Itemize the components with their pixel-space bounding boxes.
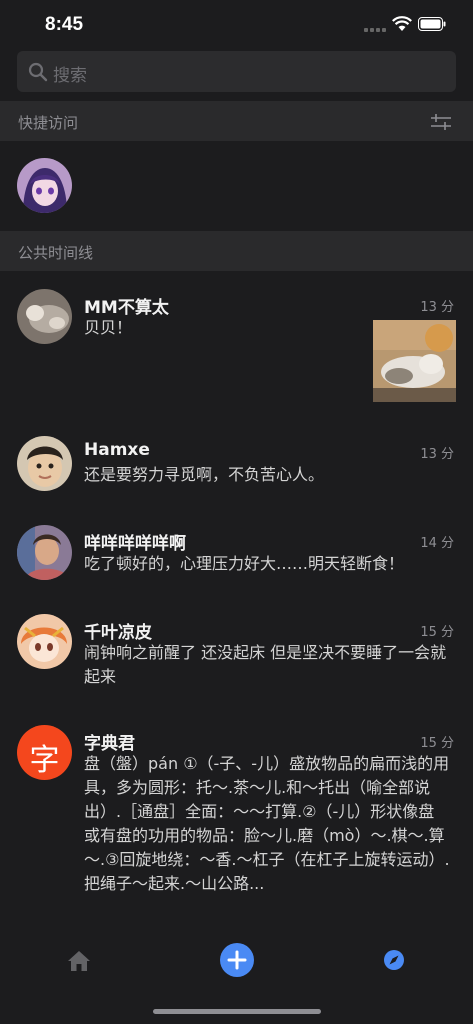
sliders-icon[interactable] [430, 112, 452, 132]
status-time: 8:45 [45, 14, 84, 35]
search-input[interactable]: 搜索 [17, 51, 456, 92]
quick-access-header: 快捷访问 [0, 101, 473, 141]
status-bar: 8:45 [0, 0, 473, 50]
avatar[interactable] [17, 436, 72, 491]
wifi-icon [392, 16, 412, 31]
tab-bar [0, 930, 473, 1024]
timeline-title: 公共时间线 [18, 244, 94, 262]
post-author[interactable]: MM不算太 [84, 293, 169, 318]
cellular-signal-icon [364, 26, 386, 32]
home-icon[interactable] [67, 950, 91, 972]
post-text: 吃了顿好的，心理压力好大……明天轻断食！ [84, 554, 405, 573]
home-indicator [153, 1009, 321, 1014]
quick-access-avatar[interactable] [17, 158, 72, 213]
avatar[interactable]: 字 [17, 725, 72, 780]
timeline-header: 公共时间线 [0, 231, 473, 271]
avatar[interactable] [17, 289, 72, 344]
post-time: 15 分 [420, 736, 454, 751]
avatar-character: 字 [29, 743, 60, 778]
quick-access-title: 快捷访问 [18, 114, 79, 132]
post-time: 13 分 [420, 447, 454, 462]
post-time: 13 分 [420, 300, 454, 315]
search-icon [28, 62, 48, 82]
post-text: 还是要努力寻觅啊，不负苦心人。 [84, 465, 325, 484]
post-time: 15 分 [420, 625, 454, 640]
post-text: 闹钟响之前醒了 还没起床 但是坚决不要睡了一会就起来 [84, 643, 447, 686]
compass-icon[interactable] [383, 949, 405, 971]
post-author[interactable]: 千叶凉皮 [84, 618, 152, 643]
battery-icon [418, 17, 446, 31]
avatar[interactable] [17, 525, 72, 580]
post-time: 14 分 [420, 536, 454, 551]
avatar[interactable] [17, 614, 72, 669]
post-author[interactable]: 咩咩咩咩咩啊 [84, 529, 186, 554]
post-text: 盘（盤）pán ①（-子、-儿）盛放物品的扁而浅的用具，多为圆形：托～.茶～儿.… [84, 754, 450, 893]
add-icon[interactable] [220, 943, 254, 977]
post-author[interactable]: Hamxe [84, 440, 150, 460]
search-placeholder: 搜索 [53, 66, 87, 86]
post-image[interactable] [373, 320, 456, 402]
post-author[interactable]: 字典君 [84, 729, 135, 754]
